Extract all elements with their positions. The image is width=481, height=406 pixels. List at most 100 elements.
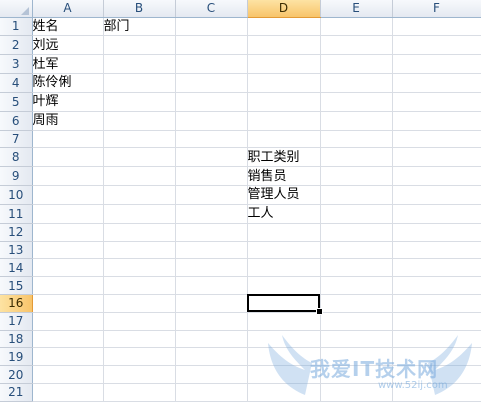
cell-c12[interactable] xyxy=(175,223,248,242)
select-all-button[interactable] xyxy=(0,0,33,18)
cell-a4[interactable]: 陈伶俐 xyxy=(32,73,104,93)
cell-d5[interactable] xyxy=(247,92,321,112)
row-header-8[interactable]: 8 xyxy=(0,147,33,168)
cell-f15[interactable] xyxy=(392,276,481,295)
row-header-5[interactable]: 5 xyxy=(0,92,33,112)
cell-c2[interactable] xyxy=(175,35,248,56)
cell-b12[interactable] xyxy=(103,223,176,242)
cell-a6[interactable]: 周雨 xyxy=(32,111,104,131)
cell-b21[interactable] xyxy=(103,383,176,403)
row-header-20[interactable]: 20 xyxy=(0,365,33,384)
cell-c5[interactable] xyxy=(175,92,248,112)
cell-e10[interactable] xyxy=(320,185,393,205)
row-header-2[interactable]: 2 xyxy=(0,35,33,56)
cell-d20[interactable] xyxy=(247,365,321,384)
cell-a5[interactable]: 叶辉 xyxy=(32,92,104,112)
cell-e21[interactable] xyxy=(320,383,393,403)
cell-e11[interactable] xyxy=(320,204,393,224)
cell-c17[interactable] xyxy=(175,312,248,331)
cell-c1[interactable] xyxy=(175,17,248,37)
row-header-3[interactable]: 3 xyxy=(0,54,33,75)
cell-b15[interactable] xyxy=(103,276,176,295)
cell-b8[interactable] xyxy=(103,147,176,168)
cell-d6[interactable] xyxy=(247,111,321,131)
cell-c20[interactable] xyxy=(175,365,248,384)
cell-d18[interactable] xyxy=(247,330,321,349)
cell-f5[interactable] xyxy=(392,92,481,112)
cell-f21[interactable] xyxy=(392,383,481,403)
row-header-21[interactable]: 21 xyxy=(0,383,33,403)
cell-e2[interactable] xyxy=(320,35,393,56)
cell-e17[interactable] xyxy=(320,312,393,331)
cell-c3[interactable] xyxy=(175,54,248,75)
row-header-4[interactable]: 4 xyxy=(0,73,33,93)
cell-b19[interactable] xyxy=(103,347,176,367)
row-header-6[interactable]: 6 xyxy=(0,111,33,131)
cell-d17[interactable] xyxy=(247,312,321,331)
cell-e8[interactable] xyxy=(320,147,393,168)
cell-e6[interactable] xyxy=(320,111,393,131)
row-header-14[interactable]: 14 xyxy=(0,258,33,278)
cell-a9[interactable] xyxy=(32,166,104,187)
cell-c14[interactable] xyxy=(175,258,248,278)
cell-f14[interactable] xyxy=(392,258,481,278)
cell-d19[interactable] xyxy=(247,347,321,367)
cell-e12[interactable] xyxy=(320,223,393,242)
row-header-1[interactable]: 1 xyxy=(0,17,33,37)
column-header-a[interactable]: A xyxy=(32,0,104,18)
cell-a16[interactable] xyxy=(32,294,104,313)
cell-b1[interactable]: 部门 xyxy=(103,17,176,37)
cell-a21[interactable] xyxy=(32,383,104,403)
cell-d10[interactable]: 管理人员 xyxy=(247,185,321,205)
cell-f6[interactable] xyxy=(392,111,481,131)
cell-c4[interactable] xyxy=(175,73,248,93)
cell-d7[interactable] xyxy=(247,130,321,149)
cell-e16[interactable] xyxy=(320,294,393,313)
cell-d8[interactable]: 职工类别 xyxy=(247,147,321,168)
cell-b13[interactable] xyxy=(103,241,176,260)
row-header-16[interactable]: 16 xyxy=(0,294,33,313)
cell-a20[interactable] xyxy=(32,365,104,384)
cell-d1[interactable] xyxy=(247,17,321,37)
column-header-f[interactable]: F xyxy=(392,0,481,18)
row-header-11[interactable]: 11 xyxy=(0,204,33,224)
cell-d11[interactable]: 工人 xyxy=(247,204,321,224)
cell-b18[interactable] xyxy=(103,330,176,349)
cell-c10[interactable] xyxy=(175,185,248,205)
cell-b3[interactable] xyxy=(103,54,176,75)
cell-c11[interactable] xyxy=(175,204,248,224)
row-header-10[interactable]: 10 xyxy=(0,185,33,205)
cell-d12[interactable] xyxy=(247,223,321,242)
cell-c16[interactable] xyxy=(175,294,248,313)
cell-e4[interactable] xyxy=(320,73,393,93)
cell-e3[interactable] xyxy=(320,54,393,75)
cell-a10[interactable] xyxy=(32,185,104,205)
cell-f12[interactable] xyxy=(392,223,481,242)
row-header-17[interactable]: 17 xyxy=(0,312,33,331)
cell-b20[interactable] xyxy=(103,365,176,384)
row-header-18[interactable]: 18 xyxy=(0,330,33,349)
row-header-15[interactable]: 15 xyxy=(0,276,33,295)
cell-f18[interactable] xyxy=(392,330,481,349)
cell-c7[interactable] xyxy=(175,130,248,149)
cell-c6[interactable] xyxy=(175,111,248,131)
cell-c18[interactable] xyxy=(175,330,248,349)
cell-a2[interactable]: 刘远 xyxy=(32,35,104,56)
cell-a15[interactable] xyxy=(32,276,104,295)
cell-f10[interactable] xyxy=(392,185,481,205)
cell-b17[interactable] xyxy=(103,312,176,331)
cell-b11[interactable] xyxy=(103,204,176,224)
cell-e14[interactable] xyxy=(320,258,393,278)
cell-a8[interactable] xyxy=(32,147,104,168)
cell-a3[interactable]: 杜军 xyxy=(32,54,104,75)
cell-d15[interactable] xyxy=(247,276,321,295)
cell-b9[interactable] xyxy=(103,166,176,187)
cell-f2[interactable] xyxy=(392,35,481,56)
cell-f17[interactable] xyxy=(392,312,481,331)
cell-a13[interactable] xyxy=(32,241,104,260)
cell-b2[interactable] xyxy=(103,35,176,56)
cell-e20[interactable] xyxy=(320,365,393,384)
cell-c9[interactable] xyxy=(175,166,248,187)
cell-b16[interactable] xyxy=(103,294,176,313)
cell-d14[interactable] xyxy=(247,258,321,278)
